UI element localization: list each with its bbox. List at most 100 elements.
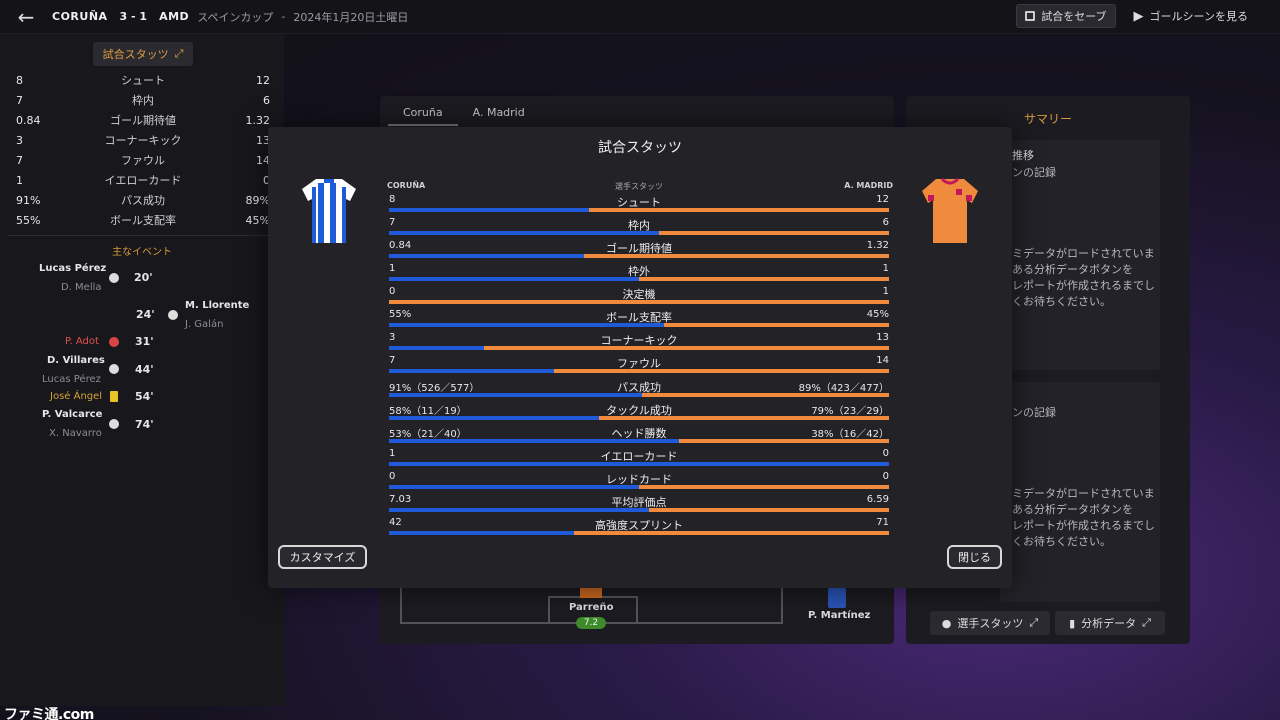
stat-row: 7 ファウル 14 [389,355,889,378]
player-kit-icon [580,588,602,598]
home-kit-icon [302,179,356,243]
close-button[interactable]: 閉じる [947,545,1002,569]
stat-bar [389,277,889,282]
sidebar-stat-home: 7 [16,153,23,167]
stat-away-value: 45% [866,309,889,321]
goal-ball-icon [109,273,119,283]
event-player[interactable]: D. Villares [47,355,105,366]
stat-row: 55% ボール支配率 45% [389,309,889,332]
tab-atletico[interactable]: A. Madrid [458,100,540,126]
stat-bar [389,300,889,305]
stat-bar [389,369,889,374]
stat-row: 1 枠外 1 [389,263,889,286]
stat-row: 0 レッドカード 0 [389,471,889,494]
sidebar-stat-row: 0.84 ゴール期待値 1.32 [16,110,270,130]
save-match-button[interactable]: 試合をセーブ [1016,4,1116,28]
analysis-data-button[interactable]: ▮ 分析データ ⤢ [1055,611,1165,635]
summary-line: レポートが作成されるまでし [1012,279,1155,292]
stat-away-value: 0 [882,470,889,482]
player-stats-button[interactable]: ● 選手スタッツ ⤢ [930,611,1050,635]
tab-coruna[interactable]: Coruña [388,100,458,126]
injury-icon [109,337,119,347]
stat-away-value: 71 [876,516,889,528]
stat-row: 42 高強度スプリント 71 [389,517,889,540]
event-minute: 74' [135,418,154,431]
event-player[interactable]: P. Adot [65,336,99,347]
player-name[interactable]: Parreño [569,602,613,613]
stat-away-value: 0 [882,447,889,459]
event-player[interactable]: M. Llorente [185,300,249,311]
sidebar-stat-away: 6 [263,93,270,107]
stat-bar-home-fill [389,507,649,512]
stat-away-value: 79%（23／29） [811,405,889,417]
bench-player-name[interactable]: P. Martínez [808,610,870,621]
match-title: CORUÑA 3 - 1 AMD スペインカップ - 2024年1月20日土曜日 [52,9,408,25]
stat-row: 0 決定機 1 [389,286,889,309]
sidebar-stat-name: ファウル [121,154,165,167]
sidebar-divider [8,235,276,236]
close-label: 閉じる [958,551,991,564]
save-icon [1025,11,1036,21]
back-button[interactable]: ← [0,0,52,34]
stat-bar [389,415,889,420]
event-player[interactable]: P. Valcarce [42,409,102,420]
match-stats-button[interactable]: 試合スタッツ ⤢ [93,42,193,66]
customize-button[interactable]: カスタマイズ [278,545,367,569]
summary-card-body: ミデータがロードされていま ある分析データボタンを レポートが作成されるまでし … [1012,486,1155,550]
sidebar-stat-row: 3 コーナーキック 13 [16,130,270,150]
stat-bar-home-fill [389,208,589,212]
stat-bar [389,254,889,259]
team-tabs: Coruña A. Madrid [388,100,540,126]
player-rating: 7.2 [576,617,606,629]
sidebar-stat-name: イエローカード [104,174,182,187]
event-player[interactable]: Lucas Pérez [39,263,106,274]
event-minute: 44' [135,363,154,376]
match-date: 2024年1月20日土曜日 [293,10,409,24]
stat-row: 1 イエローカード 0 [389,448,889,471]
sidebar-stat-row: 1 イエローカード 0 [16,170,270,190]
stat-row: 8 シュート 12 [389,194,889,217]
stat-away-value: 1 [882,286,889,298]
key-events-title: 主なイベント [112,247,172,258]
stat-bar-home-fill [389,369,554,374]
stat-away-value: 89%（423／477） [798,382,889,394]
stat-bar [389,461,889,466]
summary-line: くお待ちください。 [1012,295,1111,308]
stat-bar-home-fill [389,254,584,259]
watch-highlights-button[interactable]: ▶ ゴールシーンを見る [1126,4,1256,28]
event-minute: 24' [136,308,155,321]
event-minute: 31' [135,335,154,348]
event-minute: 54' [135,390,154,403]
event-assist: Lucas Pérez [42,374,101,385]
stat-bar-home-fill [389,346,484,351]
sidebar-stat-away: 45% [245,213,270,227]
stat-bar [389,208,889,212]
stat-bar-home-fill [389,392,642,397]
bar-chart-icon: ▮ [1069,616,1076,630]
goal-ball-icon [168,310,178,320]
stat-bar [389,392,889,397]
stat-bar [389,530,889,535]
event-assist: X. Navarro [49,428,102,439]
save-match-label: 試合をセーブ [1041,10,1107,23]
stat-row: 53%（21／40） ヘッド勝数 38%（16／42） [389,425,889,448]
event-player[interactable]: José Ángel [50,391,102,402]
summary-line: ミデータがロードされていま [1012,487,1155,500]
summary-card-subtitle: ンの記録 [1012,166,1056,179]
stat-away-value: 12 [876,194,889,205]
event-assist: D. Mella [61,282,102,293]
expand-icon: ⤢ [174,47,184,60]
match-sidebar: 試合スタッツ ⤢ 8 シュート 12 7 枠内 6 0.84 ゴール期待値 1.… [0,34,284,706]
sidebar-stat-row: 7 枠内 6 [16,90,270,110]
stat-row: 0.84 ゴール期待値 1.32 [389,240,889,263]
modal-title: 試合スタッツ [598,140,682,156]
match-stats-label: 試合スタッツ [102,48,169,61]
summary-title: サマリー [1024,112,1073,126]
stat-bar [389,507,889,512]
stat-away-value: 1.32 [866,240,889,252]
stat-away-value: 6.59 [866,493,889,505]
stat-bar [389,323,889,328]
expand-icon: ⤢ [1029,616,1039,629]
stat-row: 7 枠内 6 [389,217,889,240]
stat-away-value: 1 [882,263,889,275]
